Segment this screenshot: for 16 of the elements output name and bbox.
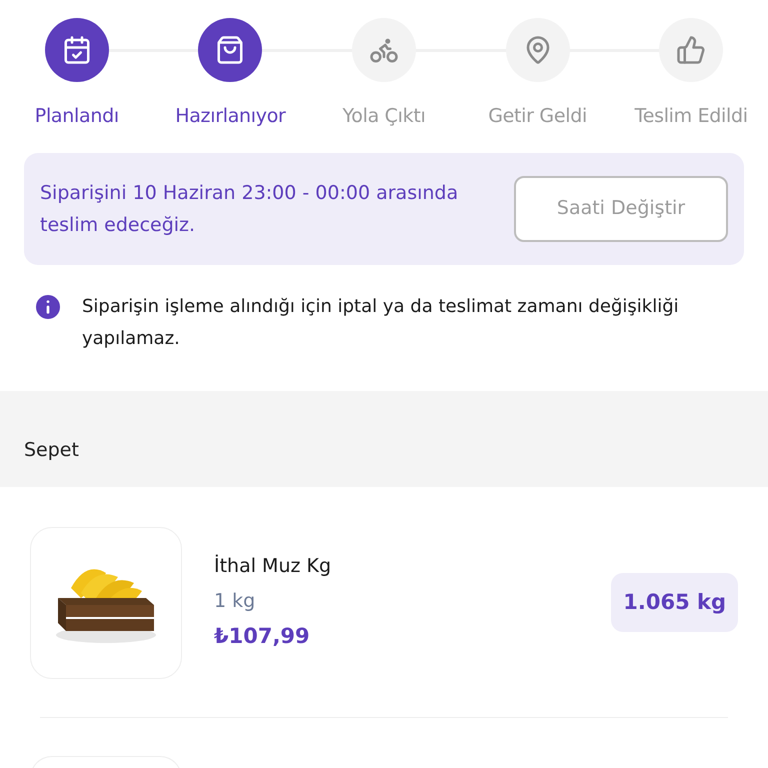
product-unit: 1 kg: [214, 588, 256, 614]
step-label: Hazırlanıyor: [175, 104, 286, 129]
shopping-bag-icon: [215, 35, 246, 65]
step-label: Yola Çıktı: [342, 104, 426, 129]
notice-text: Siparişin işleme alındığı için iptal ya da teslimat zamanı değişikliği yapılamaz.: [82, 294, 680, 350]
quantity-badge: 1.065 kg: [611, 572, 738, 632]
thumbs-up-icon: [676, 35, 706, 65]
step-label: Teslim Edildi: [634, 104, 748, 129]
product-price: ₺107,99: [214, 623, 311, 650]
product-name: İthal Muz Kg: [214, 554, 332, 580]
step-label: Getir Geldi: [488, 104, 587, 129]
change-time-button[interactable]: Saati Değiştir: [514, 176, 728, 242]
delivery-text: Siparişini 10 Haziran 23:00 - 00:00 arasında teslim edeceğiz.: [40, 180, 460, 238]
section-title: Sepet: [24, 438, 79, 463]
calendar-check-icon: [62, 35, 92, 65]
step-label: Planlandı: [34, 104, 119, 129]
